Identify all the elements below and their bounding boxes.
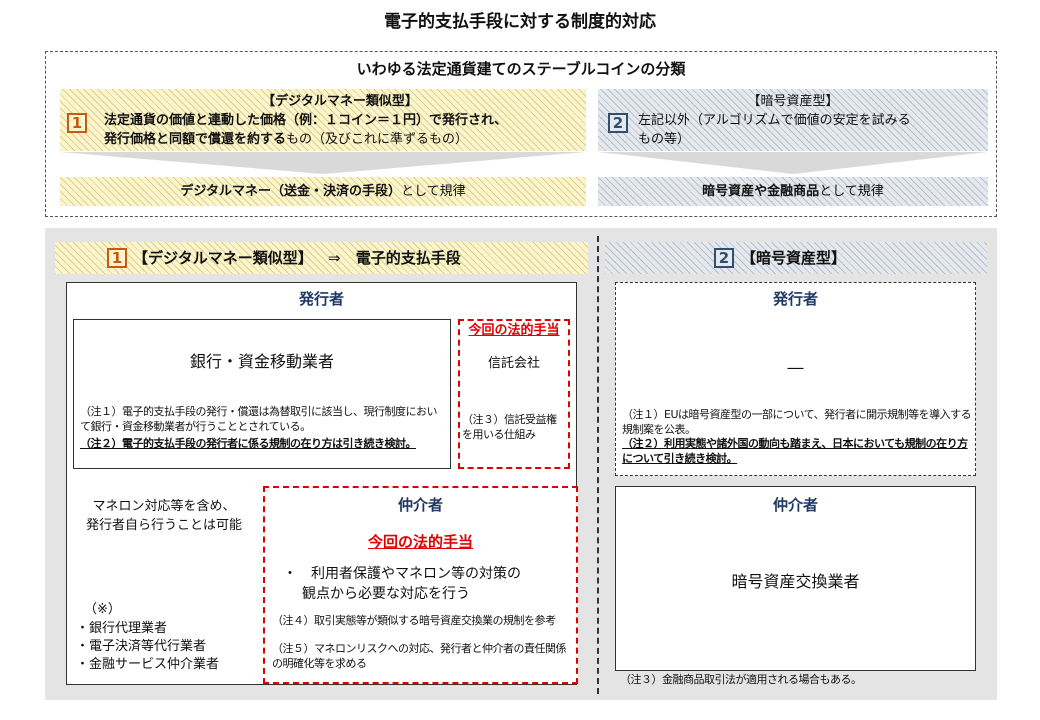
type1-regulation-bold: デジタルマネー（送金・決済の手段）: [180, 184, 402, 199]
page-title: 電子的支払手段に対する制度的対応: [384, 12, 656, 32]
type2-down-arrow: [598, 152, 988, 174]
trust-measure-box: [458, 319, 570, 469]
type1-regulation-rest: として規律: [401, 184, 466, 199]
left-issuer-title: 発行者: [298, 290, 344, 308]
left-intermediary-measure: 今回の法的手当: [367, 533, 473, 551]
left-intermediary-bullet-line2: 観点から必要な対応を行う: [302, 586, 470, 602]
left-note4: （注４）取引実態等が類似する暗号資産交換業の規制を参考: [272, 614, 556, 627]
left-number-badge: 1: [107, 248, 127, 268]
right-number-badge: 2: [714, 248, 734, 268]
right-note2: （注２）利用実態や諸外国の動向も踏まえ、日本においても規制の在り方について引き続…: [622, 437, 968, 465]
left-header-arrow: ⇒: [327, 249, 341, 267]
left-intermediary-title: 仲介者: [397, 496, 443, 514]
type2-regulation-rest: として規律: [819, 184, 884, 199]
panel-divider: [597, 236, 599, 694]
type1-desc-rest: もの（及びこれに準ずるもの）: [286, 132, 469, 147]
type2-desc-line1: 左記以外（アルゴリズムで価値の安定を試みる: [638, 113, 911, 128]
issuer-self-line1: マネロン対応等を含め、: [92, 499, 236, 514]
left-header-target: 電子的支払手段: [355, 249, 461, 267]
left-header-label: 【デジタルマネー類似型】: [133, 249, 313, 267]
type1-regulation-band: デジタルマネー（送金・決済の手段）として規律: [60, 177, 586, 206]
left-intermediary-bullet-line1: ・ 利用者保護やマネロン等の対策の: [283, 566, 521, 582]
type1-desc-line2: 発行価格と同額で償還を約するもの（及びこれに準ずるもの）: [104, 130, 584, 149]
type1-desc-line1: 法定通貨の価値と連動した価格（例：１コイン＝１円）で発行され、: [104, 113, 508, 128]
left-header-text: 【デジタルマネー類似型】 ⇒ 電子的支払手段: [133, 247, 583, 269]
type1-number-badge: 1: [67, 113, 87, 133]
issuer-self-line2: 発行者自ら行うことは可能: [85, 518, 242, 533]
right-intermediary-title: 仲介者: [772, 496, 818, 514]
left-note1: （注１）電子的支払手段の発行・償還は為替取引に該当し、現行制度において銀行・資金…: [80, 405, 438, 433]
bank-entity: 銀行・資金移動業者: [189, 352, 334, 371]
type2-regulation-band: 暗号資産や金融商品として規律: [598, 177, 988, 206]
right-note1: （注１）EUは暗号資産型の一部について、発行者に開示規制等を導入する規制案を公表…: [622, 408, 972, 436]
classification-heading: いわゆる法定通貨建てのステーブルコインの分類: [356, 60, 686, 78]
type1-desc-bold: 発行価格と同額で償還を約する: [104, 132, 287, 147]
right-header-label: 【暗号資産型】: [741, 249, 847, 267]
reference-item-bank-agent: ・銀行代理業者: [76, 621, 168, 636]
reference-mark: （※）: [84, 602, 121, 617]
type2-label: 【暗号資産型】: [747, 94, 839, 109]
reference-item-payment-agent: ・電子決済等代行業者: [76, 639, 207, 654]
reference-item-financial-intermediary: ・金融サービス仲介業者: [76, 657, 220, 672]
right-issuer-title: 発行者: [772, 290, 818, 308]
type2-regulation-bold: 暗号資産や金融商品: [702, 184, 820, 199]
type1-down-arrow: [60, 152, 586, 174]
right-issuer-entity: ―: [787, 358, 804, 377]
right-intermediary-entity: 暗号資産交換業者: [731, 572, 860, 591]
type2-number-badge: 2: [608, 113, 628, 133]
left-note2: （注２）電子的支払手段の発行者に係る規制の在り方は引き続き検討。: [80, 437, 417, 450]
type1-label: 【デジタルマネー類似型】: [262, 94, 418, 109]
left-note3: （注３）信託受益権を用いる仕組み: [462, 413, 557, 441]
trust-measure-label: 今回の法的手当: [468, 323, 560, 338]
left-note5: （注５）マネロンリスクへの対応、発行者と仲介者の責任関係の明確化等を求める: [272, 642, 567, 670]
trust-company: 信託会社: [487, 356, 540, 371]
right-note3: （注３）金融商品取引法が適用される場合もある。: [620, 673, 862, 686]
type2-desc-line2: もの等）: [638, 132, 691, 147]
